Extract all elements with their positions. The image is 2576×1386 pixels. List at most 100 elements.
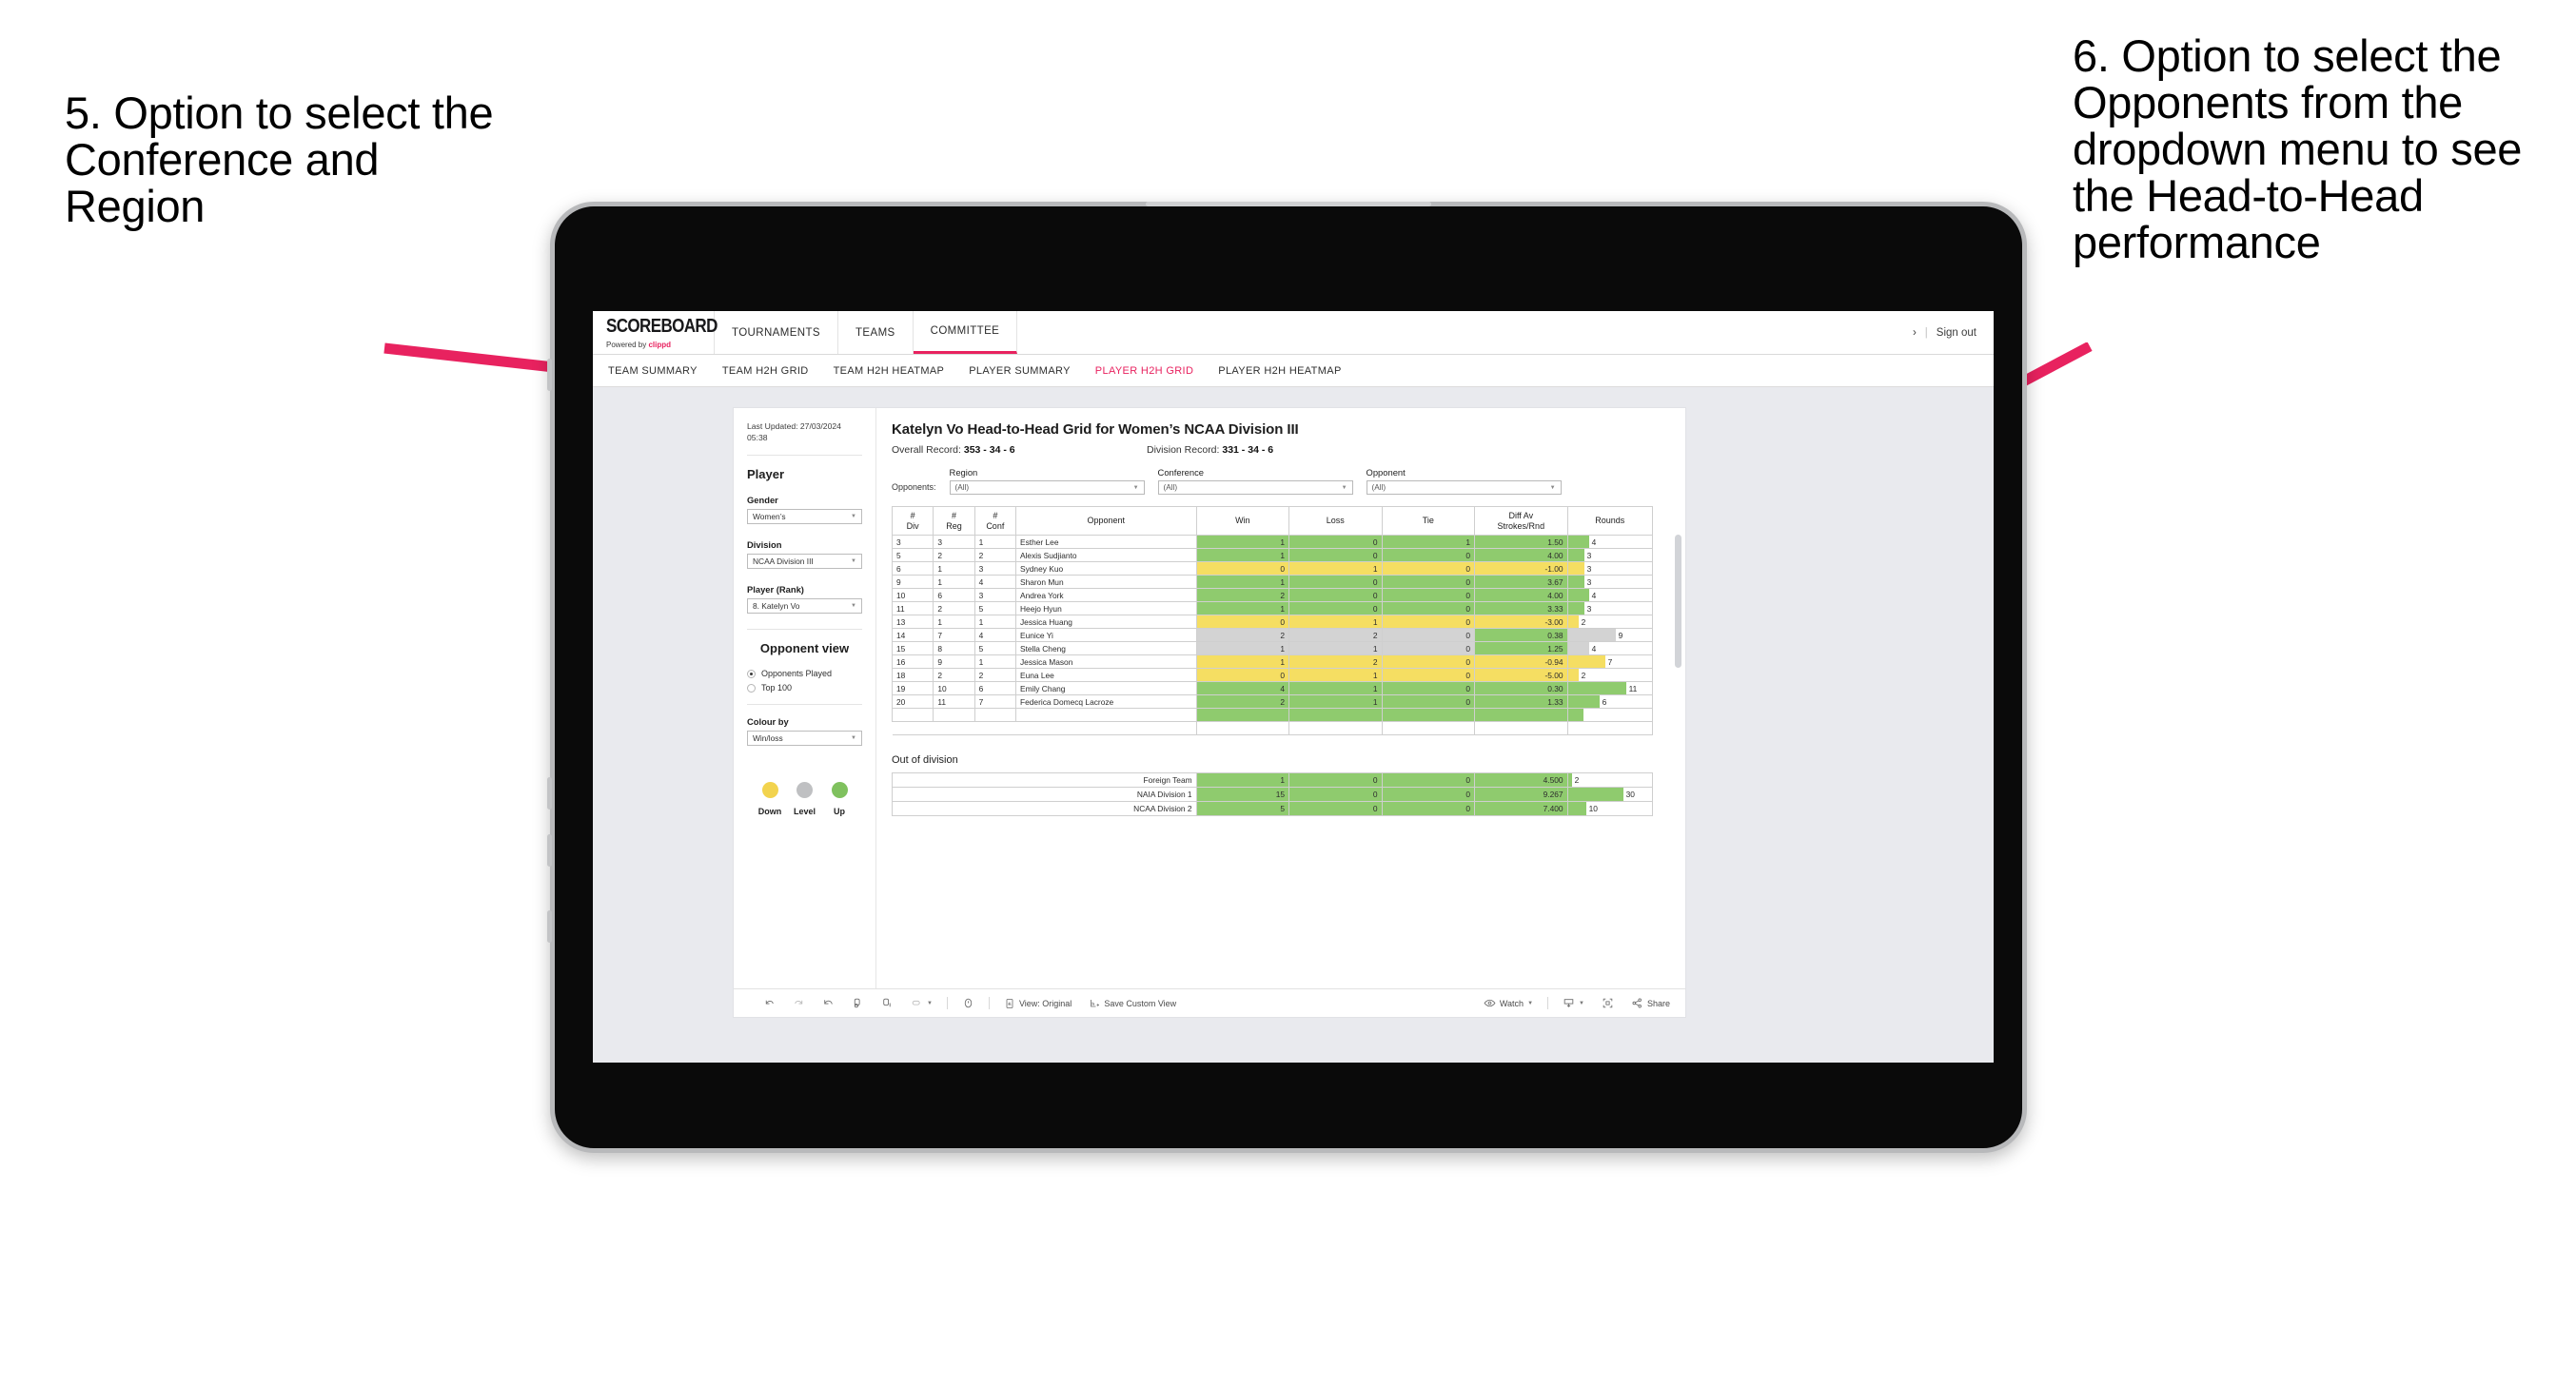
table-row[interactable]: NCAA Division 2 5 0 0 7.400 10 bbox=[892, 801, 1654, 816]
radio-opponents-played[interactable]: Opponents Played bbox=[747, 669, 862, 678]
rounds-value: 30 bbox=[1625, 790, 1635, 799]
cell-win: 15 bbox=[1195, 787, 1290, 802]
table-row[interactable]: 13 1 1 Jessica Huang 0 1 0 -3.00 2 bbox=[891, 615, 1654, 629]
table-row[interactable]: 15 8 5 Stella Cheng 1 1 0 1.25 4 bbox=[891, 641, 1654, 655]
rounds-bar bbox=[1567, 589, 1589, 601]
table-row[interactable]: 19 10 6 Emily Chang 4 1 0 0.30 11 bbox=[891, 681, 1654, 695]
colour-by-select[interactable]: Win/loss ▼ bbox=[747, 731, 862, 747]
division-select[interactable]: NCAA Division III ▼ bbox=[747, 554, 862, 570]
filter-conference-select[interactable]: (All) ▼ bbox=[1157, 480, 1353, 495]
alert-button[interactable] bbox=[954, 997, 983, 1009]
chevron-down-icon: ▼ bbox=[1341, 484, 1347, 491]
cell-reg: 3 bbox=[933, 535, 975, 549]
gender-select[interactable]: Women’s ▼ bbox=[747, 509, 862, 525]
cell-rounds: 6 bbox=[1566, 694, 1654, 709]
cell-diff: 1.25 bbox=[1474, 641, 1568, 655]
radio-label: Opponents Played bbox=[761, 669, 833, 679]
filters-sidebar: Last Updated: 27/03/2024 05:38 Player Ge… bbox=[734, 408, 876, 1017]
table-row[interactable]: 6 1 3 Sydney Kuo 0 1 0 -1.00 3 bbox=[891, 561, 1654, 576]
rounds-bar bbox=[1567, 655, 1605, 668]
topnav-item-committee[interactable]: COMMITTEE bbox=[913, 311, 1018, 354]
cell-conf: 4 bbox=[973, 575, 1016, 589]
cell-diff: 7.400 bbox=[1474, 801, 1568, 816]
table-row[interactable]: 10 6 3 Andrea York 2 0 0 4.00 4 bbox=[891, 588, 1654, 602]
fullscreen-button[interactable] bbox=[1593, 997, 1622, 1009]
filter-opponent-select[interactable]: (All) ▼ bbox=[1366, 480, 1562, 495]
toolbar-divider bbox=[988, 997, 990, 1009]
cell-loss: 0 bbox=[1288, 548, 1383, 562]
undo-button[interactable] bbox=[755, 997, 784, 1009]
table-row[interactable]: Foreign Team 1 0 0 4.500 2 bbox=[892, 772, 1654, 788]
table-row[interactable]: 3 3 1 Esther Lee 1 0 1 1.50 4 bbox=[891, 535, 1654, 549]
table-row[interactable]: 9 1 4 Sharon Mun 1 0 0 3.67 3 bbox=[891, 575, 1654, 589]
save-custom-view-button[interactable]: Save Custom View bbox=[1080, 998, 1185, 1009]
overall-record: Overall Record: 353 - 34 - 6 bbox=[892, 444, 1147, 456]
cell-diff: 9.267 bbox=[1474, 787, 1568, 802]
cell-win: 0 bbox=[1195, 561, 1290, 576]
table-row[interactable]: 20 11 7 Federica Domecq Lacroze 2 1 0 1.33 6 bbox=[891, 694, 1654, 709]
table-row[interactable]: 16 9 1 Jessica Mason 1 2 0 -0.94 7 bbox=[891, 654, 1654, 669]
filter-region-value: (All) bbox=[954, 483, 970, 492]
subnav-item-player-summary[interactable]: PLAYER SUMMARY bbox=[969, 365, 1071, 377]
download-button[interactable]: ▼ bbox=[1554, 997, 1593, 1009]
watch-button[interactable]: Watch ▼ bbox=[1475, 997, 1542, 1009]
table-row[interactable]: 14 7 4 Eunice Yi 2 2 0 0.38 9 bbox=[891, 628, 1654, 642]
subnav-item-team-summary[interactable]: TEAM SUMMARY bbox=[608, 365, 698, 377]
chevron-right-icon[interactable]: › bbox=[1913, 327, 1917, 339]
device-button-volume-up[interactable] bbox=[547, 777, 552, 810]
cell-tie: 0 bbox=[1381, 681, 1476, 695]
tablet-device: SCOREBOARD Powered by clippd TOURNAMENTS… bbox=[547, 202, 2027, 1153]
device-button-volume-down[interactable] bbox=[547, 834, 552, 867]
device-button-extra[interactable] bbox=[547, 910, 552, 943]
topnav-item-teams[interactable]: TEAMS bbox=[838, 311, 914, 354]
table-header-row: # Div # Reg # Conf Opponent Win Loss Tie Di… bbox=[891, 506, 1654, 536]
legend-dot-up bbox=[831, 782, 848, 799]
table-blank-row bbox=[892, 721, 1654, 735]
brand-logo[interactable]: SCOREBOARD Powered by clippd bbox=[593, 311, 718, 354]
radio-top-100[interactable]: Top 100 bbox=[747, 683, 862, 693]
cell-loss: 0 bbox=[1288, 535, 1383, 549]
rounds-bar bbox=[1567, 576, 1584, 588]
table-row[interactable]: 5 2 2 Alexis Sudjianto 1 0 0 4.00 3 bbox=[891, 548, 1654, 562]
cell-rounds: 4 bbox=[1566, 641, 1654, 655]
cell-loss: 0 bbox=[1288, 772, 1383, 788]
subnav-item-player-h2h-grid[interactable]: PLAYER H2H GRID bbox=[1095, 365, 1193, 377]
table-row[interactable]: 11 2 5 Heejo Hyun 1 0 0 3.33 3 bbox=[891, 601, 1654, 615]
cell-tie: 0 bbox=[1381, 548, 1476, 562]
topnav-item-tournaments[interactable]: TOURNAMENTS bbox=[715, 311, 838, 354]
subnav-item-player-h2h-heatmap[interactable]: PLAYER H2H HEATMAP bbox=[1218, 365, 1341, 377]
share-button[interactable]: Share bbox=[1622, 997, 1685, 1009]
cell-loss: 0 bbox=[1288, 787, 1383, 802]
player-rank-select[interactable]: 8. Katelyn Vo ▼ bbox=[747, 598, 862, 615]
divider bbox=[747, 455, 862, 457]
cell-opponent: Esther Lee bbox=[1014, 535, 1197, 549]
sign-out-link[interactable]: Sign out bbox=[1937, 327, 1976, 339]
refresh-button[interactable] bbox=[843, 997, 873, 1009]
table-row[interactable]: 18 2 2 Euna Lee 0 1 0 -5.00 2 bbox=[891, 668, 1654, 682]
redo-button[interactable] bbox=[784, 997, 814, 1009]
subnav-item-team-h2h-grid[interactable]: TEAM H2H GRID bbox=[722, 365, 809, 377]
cell-diff: 3.67 bbox=[1474, 575, 1568, 589]
subnav-item-team-h2h-heatmap[interactable]: TEAM H2H HEATMAP bbox=[834, 365, 945, 377]
cell-diff: -0.94 bbox=[1474, 654, 1568, 669]
view-original-button[interactable]: View: Original bbox=[995, 998, 1080, 1009]
revert-button[interactable] bbox=[814, 997, 843, 1009]
share-label: Share bbox=[1646, 998, 1670, 1008]
dashboard-sheet: Last Updated: 27/03/2024 05:38 Player Ge… bbox=[734, 408, 1685, 1017]
cell-diff: 4.00 bbox=[1474, 588, 1568, 602]
gender-label: Gender bbox=[747, 495, 778, 506]
cell-loss: 1 bbox=[1288, 615, 1383, 629]
cell-conf: 7 bbox=[973, 694, 1016, 709]
table-row[interactable]: NAIA Division 1 15 0 0 9.267 30 bbox=[892, 787, 1654, 802]
last-updated-text: Last Updated: 27/03/2024 05:38 bbox=[747, 421, 841, 442]
pause-button[interactable] bbox=[873, 997, 902, 1009]
highlight-button[interactable]: ▼ bbox=[902, 997, 941, 1009]
chevron-down-icon: ▼ bbox=[1579, 1000, 1584, 1006]
device-button-power[interactable] bbox=[547, 359, 552, 391]
table-row-partial bbox=[891, 708, 1654, 722]
cell-div: 20 bbox=[891, 694, 934, 709]
cell-ood-name: NCAA Division 2 bbox=[892, 801, 1197, 816]
filter-region-select[interactable]: (All) ▼ bbox=[949, 480, 1145, 495]
cell-diff: 4.500 bbox=[1474, 772, 1568, 788]
vertical-scrollbar[interactable] bbox=[1675, 535, 1681, 668]
